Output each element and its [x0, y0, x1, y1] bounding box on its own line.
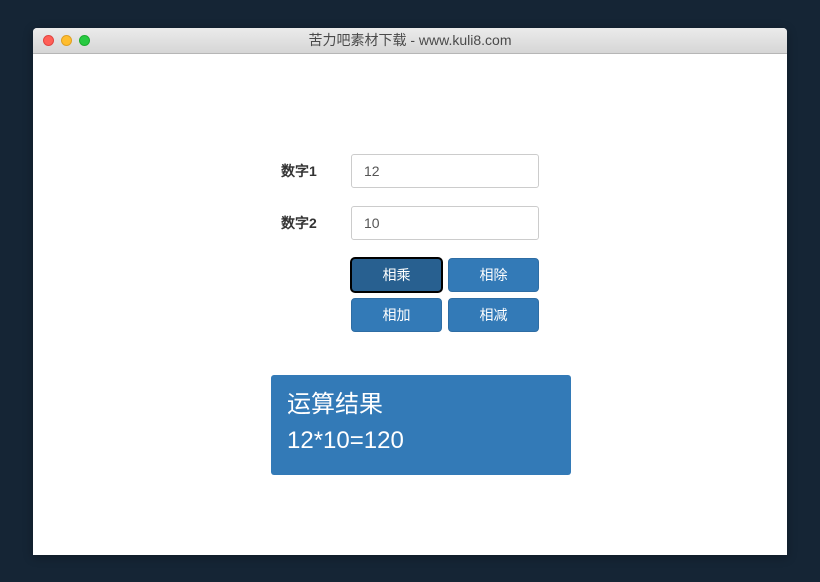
button-row: 相乘 相除 相加 相减 [281, 258, 539, 357]
result-panel: 运算结果 12*10=120 [271, 375, 571, 475]
multiply-button[interactable]: 相乘 [351, 258, 442, 292]
content-area: 数字1 数字2 相乘 相除 相加 相减 运算结果 12*10=120 [33, 54, 787, 555]
divide-button[interactable]: 相除 [448, 258, 539, 292]
add-button[interactable]: 相加 [351, 298, 442, 332]
button-grid: 相乘 相除 相加 相减 [351, 258, 539, 332]
number2-label: 数字2 [281, 213, 351, 233]
result-value: 12*10=120 [287, 423, 555, 459]
number2-input[interactable] [351, 206, 539, 240]
number1-row: 数字1 [281, 154, 539, 188]
titlebar: 苦力吧素材下载 - www.kuli8.com [33, 28, 787, 54]
close-icon[interactable] [43, 35, 54, 46]
number1-input[interactable] [351, 154, 539, 188]
subtract-button[interactable]: 相减 [448, 298, 539, 332]
number2-row: 数字2 [281, 206, 539, 240]
minimize-icon[interactable] [61, 35, 72, 46]
maximize-icon[interactable] [79, 35, 90, 46]
window-title: 苦力吧素材下载 - www.kuli8.com [33, 30, 787, 50]
window-controls [33, 35, 90, 46]
app-window: 苦力吧素材下载 - www.kuli8.com 数字1 数字2 相乘 相除 相加… [33, 28, 787, 555]
result-title: 运算结果 [287, 387, 555, 423]
number1-label: 数字1 [281, 161, 351, 181]
